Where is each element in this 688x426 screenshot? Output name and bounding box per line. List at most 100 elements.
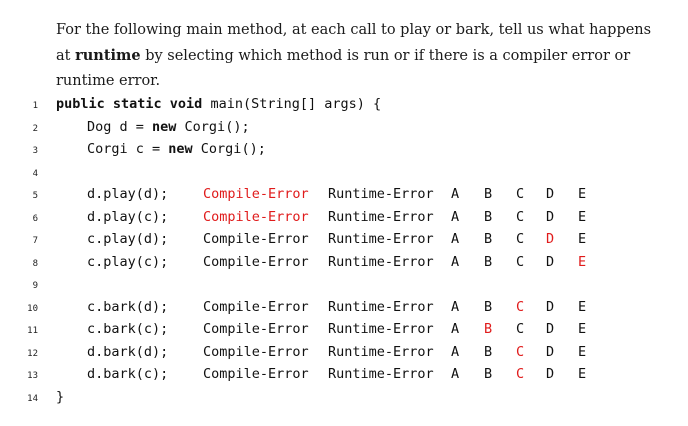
option-runtime-error[interactable]: Runtime-Error (328, 231, 434, 247)
corgi-declaration: Corgi c = new Corgi(); (87, 141, 266, 157)
option-a[interactable]: A (451, 321, 459, 337)
line-number: 12 (27, 348, 38, 359)
answer-row: 6 d.play(c); Compile-Error Runtime-Error A B C… (0, 207, 688, 230)
option-c[interactable]: C (516, 321, 524, 337)
question-bold-runtime: runtime (75, 47, 141, 64)
option-d[interactable]: D (546, 186, 554, 202)
option-b[interactable]: B (484, 231, 492, 247)
option-runtime-error[interactable]: Runtime-Error (328, 366, 434, 382)
line-number: 4 (32, 168, 38, 179)
answer-row: 7 c.play(d); Compile-Error Runtime-Error A B C… (0, 229, 688, 252)
code-line: 2 Dog d = new Corgi(); (0, 117, 688, 140)
option-c[interactable]: C (516, 254, 524, 270)
option-a[interactable]: A (451, 366, 459, 382)
line-number: 1 (32, 101, 38, 111)
option-compile-error[interactable]: Compile-Error (203, 366, 309, 382)
option-c[interactable]: C (516, 344, 524, 360)
answer-row: 13 d.bark(c); Compile-Error Runtime-Error A B… (0, 364, 688, 387)
option-runtime-error[interactable]: Runtime-Error (328, 344, 434, 360)
option-runtime-error[interactable]: Runtime-Error (328, 254, 434, 270)
method-call: c.bark(c); (87, 321, 169, 337)
option-a[interactable]: A (451, 186, 459, 202)
option-c[interactable]: C (516, 299, 524, 315)
option-d[interactable]: D (546, 366, 554, 382)
code-line: 1 public static void main(String[] args)… (0, 94, 688, 117)
option-d[interactable]: D (546, 344, 554, 360)
option-b[interactable]: B (484, 321, 492, 337)
option-e[interactable]: E (578, 344, 586, 360)
option-compile-error[interactable]: Compile-Error (203, 186, 309, 202)
option-d[interactable]: D (546, 231, 554, 247)
decl-rest: Corgi(); (176, 118, 250, 135)
code-block: 1 public static void main(String[] args)… (0, 94, 688, 409)
option-compile-error[interactable]: Compile-Error (203, 209, 309, 225)
option-compile-error[interactable]: Compile-Error (203, 321, 309, 337)
option-c[interactable]: C (516, 186, 524, 202)
line-number: 3 (32, 146, 38, 156)
option-b[interactable]: B (484, 366, 492, 382)
option-a[interactable]: A (451, 254, 459, 270)
option-b[interactable]: B (484, 299, 492, 315)
option-e[interactable]: E (578, 209, 586, 225)
answer-row: 11 c.bark(c); Compile-Error Runtime-Error A B… (0, 319, 688, 342)
option-runtime-error[interactable]: Runtime-Error (328, 209, 434, 225)
option-runtime-error[interactable]: Runtime-Error (328, 186, 434, 202)
code-line: 9 (0, 274, 688, 297)
option-b[interactable]: B (484, 344, 492, 360)
code-line: 4 (0, 162, 688, 185)
line-number: 9 (32, 281, 38, 291)
code-line: 3 Corgi c = new Corgi(); (0, 139, 688, 162)
option-a[interactable]: A (451, 344, 459, 360)
option-b[interactable]: B (484, 186, 492, 202)
play-call-group: 5 d.play(d); Compile-Error Runtime-Error A B C… (0, 184, 688, 274)
main-signature: public static void main(String[] args) { (56, 96, 381, 112)
closing-brace: } (56, 388, 65, 405)
decl-type: Corgi c = (87, 141, 169, 157)
option-e[interactable]: E (578, 366, 586, 382)
new-keyword: new (168, 141, 193, 157)
option-d[interactable]: D (546, 254, 554, 270)
method-call: c.bark(d); (87, 298, 169, 315)
option-c[interactable]: C (516, 209, 524, 225)
option-a[interactable]: A (451, 299, 459, 315)
line-number: 8 (32, 258, 38, 269)
option-b[interactable]: B (484, 209, 492, 225)
option-d[interactable]: D (546, 209, 554, 225)
bark-call-group: 10 c.bark(d); Compile-Error Runtime-Error A B… (0, 297, 688, 387)
line-number: 7 (32, 236, 38, 246)
line-number: 5 (32, 191, 38, 201)
option-e[interactable]: E (578, 186, 586, 202)
option-c[interactable]: C (516, 231, 524, 247)
signature-keywords: public static void (56, 96, 203, 112)
new-keyword: new (152, 118, 177, 135)
option-a[interactable]: A (451, 209, 459, 225)
option-runtime-error[interactable]: Runtime-Error (328, 299, 434, 315)
option-a[interactable]: A (451, 231, 459, 247)
line-number: 2 (32, 123, 38, 134)
option-d[interactable]: D (546, 321, 554, 337)
code-line: 14 } (0, 387, 688, 410)
option-runtime-error[interactable]: Runtime-Error (328, 321, 434, 337)
question-part2: by selecting which method is run or if t… (56, 48, 631, 89)
answer-row: 8 c.play(c); Compile-Error Runtime-Error A B C… (0, 252, 688, 275)
line-number: 14 (27, 393, 38, 404)
option-b[interactable]: B (484, 254, 492, 270)
option-e[interactable]: E (578, 254, 586, 270)
option-e[interactable]: E (578, 321, 586, 337)
method-call: d.play(d); (87, 186, 169, 202)
method-call: c.play(c); (87, 253, 169, 270)
option-c[interactable]: C (516, 366, 524, 382)
option-e[interactable]: E (578, 299, 586, 315)
answer-row: 12 d.bark(d); Compile-Error Runtime-Error A B… (0, 342, 688, 365)
line-number: 13 (27, 371, 38, 381)
option-compile-error[interactable]: Compile-Error (203, 231, 309, 247)
answer-row: 10 c.bark(d); Compile-Error Runtime-Error A B… (0, 297, 688, 320)
method-call: d.bark(c); (87, 366, 169, 382)
option-compile-error[interactable]: Compile-Error (203, 299, 309, 315)
answer-row: 5 d.play(d); Compile-Error Runtime-Error A B C… (0, 184, 688, 207)
option-compile-error[interactable]: Compile-Error (203, 254, 309, 270)
decl-rest: Corgi(); (192, 141, 266, 157)
option-d[interactable]: D (546, 299, 554, 315)
option-e[interactable]: E (578, 231, 586, 247)
option-compile-error[interactable]: Compile-Error (203, 344, 309, 360)
